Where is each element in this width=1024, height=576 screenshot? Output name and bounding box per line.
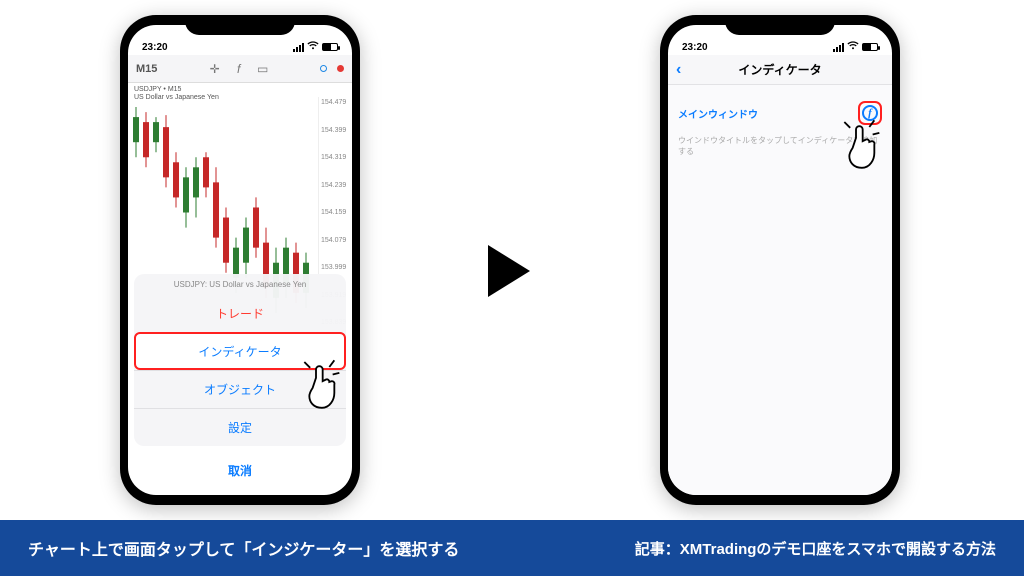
status-time: 23:20 — [142, 42, 168, 53]
sheet-option-trade[interactable]: トレード — [134, 295, 346, 332]
timeframe-label[interactable]: M15 — [136, 63, 157, 75]
fx-icon[interactable]: f — [232, 62, 246, 76]
pair-label: USDJPY • M15 — [134, 86, 346, 94]
arrow-right-icon — [488, 245, 530, 297]
signal-icon — [833, 43, 844, 52]
layers-icon[interactable]: ▭ — [256, 62, 270, 76]
sheet-option-settings[interactable]: 設定 — [134, 408, 346, 446]
fx-badge-icon: f — [862, 105, 878, 121]
battery-icon — [862, 43, 878, 51]
footer-right-text: 記事：XMTradingのデモ口座をスマホで開設する方法 — [635, 538, 996, 559]
wifi-icon — [847, 41, 859, 53]
signal-icon — [293, 43, 304, 52]
phone-right: 23:20 ‹ インディケータ メインウィンドウ f ウインドウタイト — [660, 15, 900, 505]
battery-icon — [322, 43, 338, 51]
sheet-cancel[interactable]: 取消 — [134, 452, 346, 489]
chart-toolbar: M15 ✛ f ▭ — [128, 55, 352, 83]
phone-left: 23:20 M15 ✛ f ▭ — [120, 15, 360, 505]
crosshair-icon[interactable]: ✛ — [208, 62, 222, 76]
marker-red-icon[interactable] — [337, 65, 344, 72]
wifi-icon — [307, 41, 319, 53]
nav-title: インディケータ — [738, 61, 821, 78]
action-sheet: USDJPY: US Dollar vs Japanese Yen トレード イ… — [128, 268, 352, 495]
main-window-label[interactable]: メインウィンドウ — [678, 106, 758, 121]
nav-bar: ‹ インディケータ — [668, 55, 892, 85]
sheet-option-indicator[interactable]: インディケータ — [134, 332, 346, 370]
add-indicator-button[interactable]: f — [858, 101, 882, 125]
hint-text: ウインドウタイトルをタップしてインディケータを追加する — [678, 135, 882, 157]
footer-left-text: チャート上で画面タップして「インジケーター」を選択する — [28, 536, 459, 560]
sheet-option-object[interactable]: オブジェクト — [134, 370, 346, 408]
marker-blue-icon[interactable] — [320, 65, 327, 72]
sheet-title: USDJPY: US Dollar vs Japanese Yen — [134, 274, 346, 295]
status-time: 23:20 — [682, 42, 708, 53]
back-button[interactable]: ‹ — [676, 62, 681, 78]
footer-bar: チャート上で画面タップして「インジケーター」を選択する 記事：XMTrading… — [0, 520, 1024, 576]
